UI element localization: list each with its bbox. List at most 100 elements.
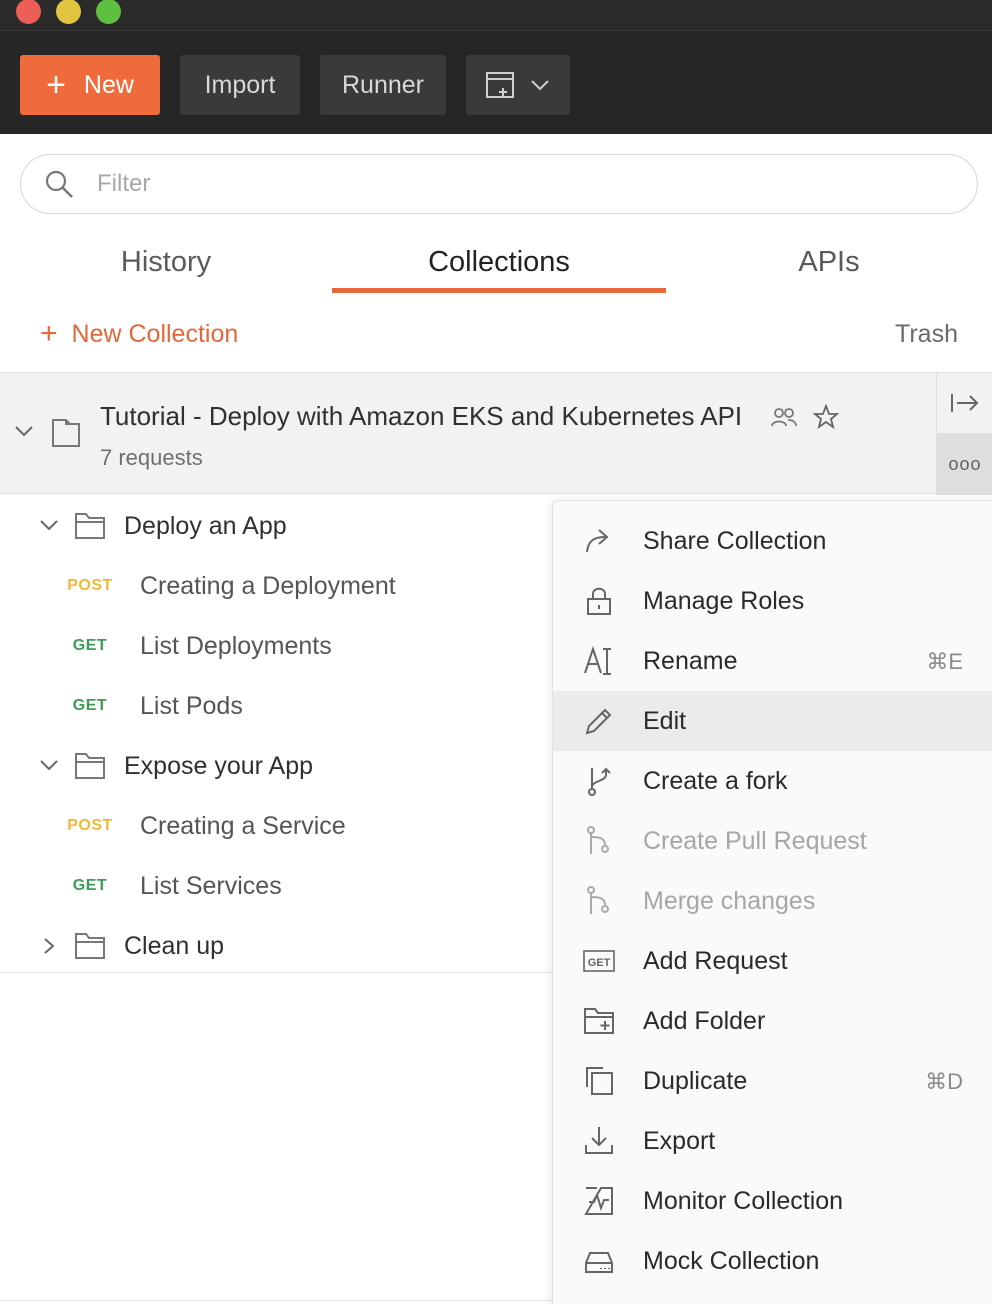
request-label: Creating a Service [140, 812, 346, 840]
plus-icon: + [46, 66, 66, 104]
postman-window: + New Import Runner H [0, 0, 992, 1304]
menu-item-label: Monitor Collection [643, 1187, 844, 1215]
svg-text:GET: GET [588, 957, 611, 969]
fork-icon [588, 767, 611, 796]
divider [0, 972, 552, 973]
menu-item-monitor-collection[interactable]: Monitor Collection [553, 1171, 992, 1231]
chevron-right-icon[interactable] [38, 936, 60, 956]
expand-arrow-icon [951, 394, 979, 412]
chevron-down-icon[interactable] [12, 421, 36, 441]
monitor-icon [584, 1187, 613, 1215]
menu-item-label: Edit [643, 707, 687, 735]
title-bar [0, 0, 992, 30]
folder-row-expose-your-app[interactable]: Expose your App [0, 736, 560, 796]
menu-item-label: Create Pull Request [643, 827, 867, 855]
import-button-label: Import [204, 70, 276, 99]
close-window-button[interactable] [16, 0, 41, 24]
method-badge: POST [67, 577, 113, 594]
pull-request-icon [587, 826, 609, 854]
menu-item-label: Rename [643, 647, 738, 675]
request-label: Creating a Deployment [140, 572, 396, 600]
chevron-down-icon[interactable] [38, 516, 60, 534]
menu-item-merge-changes[interactable]: Merge changes [553, 871, 992, 931]
menu-item-rename[interactable]: Rename ⌘E [553, 631, 992, 691]
new-button[interactable]: + New [20, 55, 160, 115]
new-window-icon [486, 72, 514, 98]
main-toolbar: + New Import Runner [0, 30, 992, 134]
menu-item-edit[interactable]: Edit [553, 691, 992, 751]
collection-row[interactable]: Tutorial - Deploy with Amazon EKS and Ku… [0, 372, 992, 495]
shared-team-icon [771, 408, 797, 427]
menu-item-label: Manage Roles [643, 587, 805, 615]
menu-item-label: Share Collection [643, 527, 827, 555]
menu-item-add-request[interactable]: GET Add Request [553, 931, 992, 991]
menu-item-label: Mock Collection [643, 1247, 820, 1275]
lock-icon [587, 587, 611, 615]
request-row[interactable]: GET List Deployments [0, 616, 560, 676]
menu-item-label: Add Request [643, 947, 788, 975]
trash-label: Trash [895, 319, 958, 348]
runner-button[interactable]: Runner [320, 55, 446, 115]
maximize-window-button[interactable] [96, 0, 121, 24]
folder-label: Expose your App [124, 752, 314, 780]
more-options-icon: ooo [948, 453, 982, 474]
menu-item-add-folder[interactable]: Add Folder [553, 991, 992, 1051]
add-folder-icon [584, 1008, 614, 1034]
folder-icon [75, 513, 105, 539]
new-button-label: New [83, 70, 134, 99]
rename-shortcut: ⌘E [926, 649, 963, 674]
request-row[interactable]: GET List Pods [0, 676, 560, 736]
star-icon[interactable] [813, 404, 839, 430]
new-collection-label: New Collection [71, 319, 239, 348]
more-options-button[interactable]: ooo [937, 433, 992, 495]
menu-item-create-fork[interactable]: Create a fork [553, 751, 992, 811]
filter-field[interactable] [20, 154, 978, 214]
new-collection-button[interactable]: + New Collection [40, 314, 238, 354]
minimize-window-button[interactable] [56, 0, 81, 24]
folder-label: Clean up [124, 932, 225, 960]
request-row[interactable]: POST Creating a Deployment [0, 556, 560, 616]
merge-icon [587, 886, 609, 914]
menu-item-share-collection[interactable]: Share Collection [553, 511, 992, 571]
menu-item-duplicate[interactable]: Duplicate ⌘D [553, 1051, 992, 1111]
collection-title: Tutorial - Deploy with Amazon EKS and Ku… [100, 401, 743, 431]
menu-item-create-pull-request[interactable]: Create Pull Request [553, 811, 992, 871]
menu-item-label: Duplicate [643, 1067, 748, 1095]
filter-input[interactable] [97, 170, 897, 198]
method-badge: GET [72, 637, 108, 654]
tab-collections[interactable]: Collections [332, 232, 666, 292]
menu-item-manage-roles[interactable]: Manage Roles [553, 571, 992, 631]
import-button[interactable]: Import [180, 55, 300, 115]
menu-item-export[interactable]: Export [553, 1111, 992, 1171]
rename-icon [584, 645, 611, 675]
collection-request-count: 7 requests [100, 445, 203, 470]
chevron-down-icon[interactable] [38, 756, 60, 774]
new-window-dropdown-button[interactable] [466, 55, 570, 115]
folder-icon [75, 753, 105, 779]
tab-apis[interactable]: APIs [666, 232, 992, 292]
trash-button[interactable]: Trash [895, 314, 958, 354]
method-badge: GET [72, 697, 108, 714]
menu-item-label: Export [643, 1127, 716, 1155]
menu-item-partial[interactable] [553, 1291, 992, 1304]
method-badge: POST [67, 817, 113, 834]
duplicate-icon [586, 1067, 613, 1095]
collection-icon [52, 419, 80, 447]
folder-label: Deploy an App [124, 512, 287, 540]
menu-item-label: Add Folder [643, 1007, 766, 1035]
tab-history[interactable]: History [0, 232, 332, 292]
divider [0, 1300, 552, 1301]
add-request-icon: GET [583, 950, 615, 972]
pencil-icon [585, 708, 612, 735]
method-badge: GET [72, 877, 108, 894]
request-row[interactable]: GET List Services [0, 856, 560, 916]
request-row[interactable]: POST Creating a Service [0, 796, 560, 856]
menu-item-label: Create a fork [643, 767, 788, 795]
open-collection-details-button[interactable] [937, 373, 992, 433]
menu-item-mock-collection[interactable]: Mock Collection [553, 1231, 992, 1291]
request-label: List Services [140, 872, 282, 900]
export-icon [585, 1127, 613, 1154]
tab-collections-label: Collections [428, 245, 570, 278]
folder-row-deploy-an-app[interactable]: Deploy an App [0, 496, 560, 556]
folder-row-clean-up[interactable]: Clean up [0, 916, 560, 976]
